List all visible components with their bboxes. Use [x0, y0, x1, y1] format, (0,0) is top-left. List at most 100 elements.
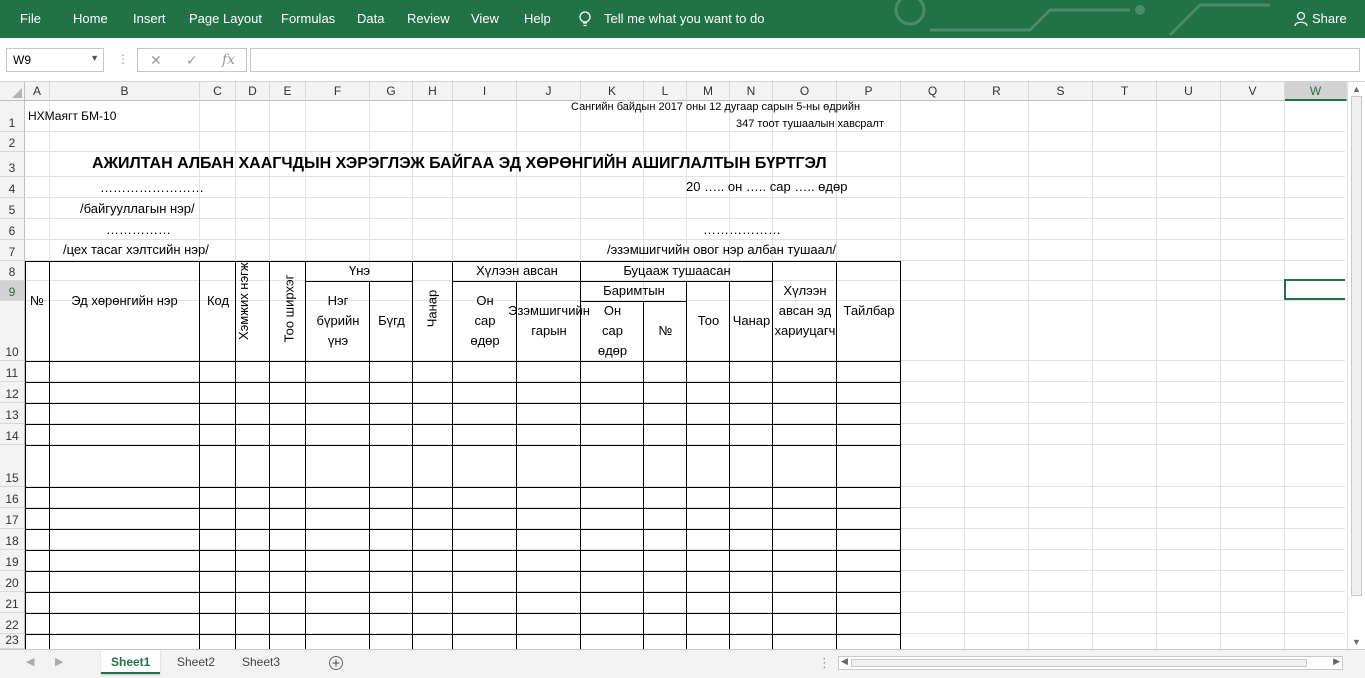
sheet-title[interactable]: АЖИЛТАН АЛБАН ХААГЧДЫН ХЭРЭГЛЭЖ БАЙГАА Э…: [92, 155, 827, 173]
worksheet-grid[interactable]: НХМаягт БМ-10 Сангийн байдын 2017 оны 12…: [25, 101, 1345, 649]
row-header-4[interactable]: 4: [0, 177, 25, 198]
sheet-tab-sheet1[interactable]: Sheet1: [101, 650, 161, 674]
tab-insert[interactable]: Insert: [133, 11, 166, 26]
column-header-t[interactable]: T: [1093, 82, 1157, 101]
tab-review[interactable]: Review: [407, 11, 450, 26]
tell-me-search[interactable]: Tell me what you want to do: [604, 11, 764, 26]
header-total[interactable]: Бүгд: [370, 281, 413, 360]
date-line[interactable]: 20 ….. он ….. сар ….. өдөр: [686, 179, 847, 194]
column-header-s[interactable]: S: [1029, 82, 1093, 101]
column-header-r[interactable]: R: [965, 82, 1029, 101]
row-header-5[interactable]: 5: [0, 198, 25, 219]
formula-input[interactable]: [250, 48, 1360, 72]
column-header-p[interactable]: P: [837, 82, 901, 101]
vertical-scroll-thumb[interactable]: [1351, 96, 1362, 596]
cell-b4[interactable]: ……………………: [100, 180, 204, 195]
column-header-h[interactable]: H: [413, 82, 453, 101]
header-qty[interactable]: Тоо ширхэг: [282, 271, 297, 347]
tab-data[interactable]: Data: [357, 11, 384, 26]
add-sheet-icon[interactable]: [328, 655, 344, 671]
horizontal-scroll-thumb[interactable]: [851, 659, 1307, 667]
cell-k1-line1[interactable]: Сангийн байдын 2017 оны 12 дугаар сарын …: [571, 101, 860, 113]
header-doc-date[interactable]: Он сар өдөр: [581, 301, 644, 360]
tab-view[interactable]: View: [471, 11, 499, 26]
header-returned-quality[interactable]: Чанар: [730, 281, 773, 360]
column-header-v[interactable]: V: [1221, 82, 1285, 101]
tab-page-layout[interactable]: Page Layout: [189, 11, 262, 26]
cell-a1[interactable]: НХМаягт БМ-10: [28, 109, 116, 123]
row-header-21[interactable]: 21: [0, 592, 25, 613]
header-returned-qty[interactable]: Тоо: [687, 281, 730, 360]
sheet-tab-sheet3[interactable]: Sheet3: [232, 650, 290, 674]
cell-b7[interactable]: /цех тасаг хэлтсийн нэр/: [63, 242, 209, 257]
column-header-b[interactable]: B: [50, 82, 200, 101]
scroll-right-icon[interactable]: ▶: [1333, 656, 1340, 667]
column-header-i[interactable]: I: [453, 82, 517, 101]
split-handle-icon[interactable]: ⋮: [818, 655, 831, 671]
sheet-tab-sheet2[interactable]: Sheet2: [167, 650, 225, 674]
row-header-1[interactable]: 1: [0, 101, 25, 132]
header-document[interactable]: Баримтын: [581, 281, 687, 301]
tab-home[interactable]: Home: [73, 11, 108, 26]
cell-b5[interactable]: /байгууллагын нэр/: [80, 201, 195, 216]
share-button[interactable]: Share: [1312, 11, 1347, 26]
header-received[interactable]: Хүлээн авсан: [453, 261, 581, 281]
tab-formulas[interactable]: Formulas: [281, 11, 335, 26]
row-header-23[interactable]: 23: [0, 633, 25, 649]
row-header-8[interactable]: 8: [0, 261, 25, 281]
column-header-e[interactable]: E: [270, 82, 306, 101]
next-sheet-icon[interactable]: ▶: [55, 655, 63, 668]
row-header-22[interactable]: 22: [0, 613, 25, 634]
row-header-16[interactable]: 16: [0, 487, 25, 508]
confirm-icon[interactable]: ✓: [186, 52, 198, 69]
cell-n7[interactable]: /эзэмшигчийн овог нэр албан тушаал/: [607, 242, 836, 257]
scroll-left-icon[interactable]: ◀: [841, 656, 848, 667]
column-header-u[interactable]: U: [1157, 82, 1221, 101]
row-header-11[interactable]: 11: [0, 361, 25, 382]
column-header-w[interactable]: W: [1285, 82, 1347, 101]
header-note[interactable]: Тайлбар: [837, 261, 901, 360]
cell-n6[interactable]: ………………: [703, 222, 781, 237]
header-owner-signature[interactable]: Эзэмшигчийн гарын: [508, 281, 590, 360]
cell-b6[interactable]: ……………: [106, 222, 171, 237]
row-header-9[interactable]: 9: [0, 281, 25, 301]
row-header-2[interactable]: 2: [0, 132, 25, 152]
tab-file[interactable]: File: [20, 11, 41, 26]
row-header-7[interactable]: 7: [0, 240, 25, 261]
scroll-up-icon[interactable]: ▲: [1352, 84, 1361, 94]
header-name[interactable]: Эд хөрөнгийн нэр: [49, 282, 200, 320]
insert-function-icon[interactable]: fx: [222, 52, 235, 68]
column-header-g[interactable]: G: [370, 82, 413, 101]
row-header-13[interactable]: 13: [0, 403, 25, 424]
column-header-n[interactable]: N: [730, 82, 773, 101]
header-price[interactable]: Үнэ: [306, 261, 413, 281]
more-options-icon[interactable]: ⋮: [117, 52, 129, 66]
tab-help[interactable]: Help: [524, 11, 551, 26]
horizontal-scrollbar[interactable]: ◀ ▶: [838, 656, 1343, 670]
row-header-17[interactable]: 17: [0, 508, 25, 529]
row-header-12[interactable]: 12: [0, 382, 25, 403]
row-header-14[interactable]: 14: [0, 424, 25, 445]
row-header-18[interactable]: 18: [0, 529, 25, 550]
column-header-o[interactable]: O: [773, 82, 837, 101]
column-header-d[interactable]: D: [236, 82, 270, 101]
name-box[interactable]: W9 ▼: [6, 48, 104, 72]
cancel-icon[interactable]: ✕: [150, 52, 162, 69]
row-header-15[interactable]: 15: [0, 445, 25, 487]
header-returned[interactable]: Буцааж тушаасан: [581, 261, 773, 281]
column-header-c[interactable]: C: [200, 82, 236, 101]
column-header-a[interactable]: A: [25, 82, 50, 101]
row-header-6[interactable]: 6: [0, 219, 25, 240]
row-header-3[interactable]: 3: [0, 152, 25, 177]
column-header-q[interactable]: Q: [901, 82, 965, 101]
header-no[interactable]: №: [25, 282, 49, 320]
select-all-corner[interactable]: [0, 82, 25, 101]
row-header-10[interactable]: 10: [0, 301, 25, 361]
column-header-m[interactable]: M: [687, 82, 730, 101]
header-unit-price[interactable]: Нэг бүрийн үнэ: [306, 281, 370, 360]
header-code[interactable]: Код: [200, 282, 236, 320]
header-responsible[interactable]: Хүлээн авсан эд хариуцагч: [773, 261, 837, 360]
vertical-scrollbar[interactable]: ▲ ▼: [1347, 82, 1365, 649]
row-header-19[interactable]: 19: [0, 550, 25, 571]
column-header-k[interactable]: K: [581, 82, 644, 101]
